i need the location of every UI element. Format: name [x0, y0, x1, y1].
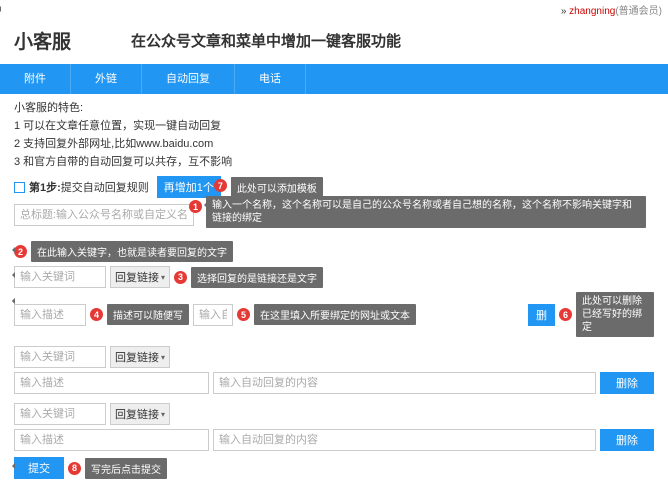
badge-8: 8 [68, 462, 81, 475]
badge-3: 3 [174, 271, 187, 284]
tip-7: 此处可以添加模板 [231, 177, 323, 198]
tip-6: 此处可以删除已经写好的绑定 [576, 292, 654, 337]
reply-type-select-1[interactable]: 回复链接 ▾ [110, 266, 170, 288]
badge-6: 6 [559, 308, 572, 321]
nav-external-link[interactable]: 外链 [71, 64, 142, 94]
submit-button[interactable]: 提交 [14, 457, 64, 479]
desc-input-3[interactable] [14, 429, 209, 451]
chevron-down-icon: ▾ [161, 410, 165, 419]
topbar: » zhangning(普通会员) [0, 0, 668, 19]
add-button-label: 再增加1个 [164, 182, 214, 194]
tip-4: 描述可以随便写 [107, 304, 189, 325]
chevron-down-icon: ▾ [161, 353, 165, 362]
content: 小客服的特色: 1 可以在文章任意位置，实现一键自动回复 2 支持回复外部网址,… [0, 94, 668, 489]
delete-label: 删 [536, 310, 547, 322]
logo: 小客服 [14, 27, 71, 54]
step-row: 第1步: 提交自动回复规则 再增加1个 7 此处可以添加模板 [14, 176, 654, 198]
rule-group-3: 回复链接 ▾ 删除 [14, 398, 654, 451]
rule-group-2: 回复链接 ▾ 删除 [14, 341, 654, 394]
step-prefix: 第1步: [29, 179, 61, 195]
desc-input-1[interactable] [14, 304, 86, 326]
step-icon [14, 182, 25, 193]
delete-button-1[interactable]: 删 [528, 304, 555, 326]
reply-type-select-3[interactable]: 回复链接 ▾ [110, 403, 170, 425]
keyword-input-1[interactable] [14, 266, 106, 288]
nav-phone[interactable]: 电话 [235, 64, 306, 94]
tip-2: 在此输入关键字，也就是读者要回复的文字 [31, 241, 233, 262]
auto-reply-input-3[interactable] [213, 429, 596, 451]
select-label: 回复链接 [115, 349, 159, 365]
intro-line-2: 2 支持回复外部网址,比如www.baidu.com [14, 136, 654, 152]
auto-reply-input-1[interactable] [193, 304, 233, 326]
select-label: 回复链接 [115, 269, 159, 285]
select-label: 回复链接 [115, 406, 159, 422]
tip-3: 选择回复的是链接还是文字 [191, 267, 323, 288]
tip-5: 在这里填入所要绑定的网址或文本 [254, 304, 416, 325]
title-input[interactable] [14, 204, 194, 226]
delete-button-2[interactable]: 删除 [600, 372, 654, 394]
tip-1: 输入一个名称，这个名称可以是自己的公众号名称或者自己想的名称，这个名称不影响关键… [206, 196, 646, 228]
add-template-button[interactable]: 再增加1个 7 [157, 176, 221, 198]
auto-reply-input-2[interactable] [213, 372, 596, 394]
desc-input-2[interactable] [14, 372, 209, 394]
keyword-input-3[interactable] [14, 403, 106, 425]
step-text: 提交自动回复规则 [61, 179, 149, 195]
rule-group-1: 2 在此输入关键字，也就是读者要回复的文字 回复链接 ▾ 3 选择回复的是链接还… [14, 230, 654, 337]
delete-button-3[interactable]: 删除 [600, 429, 654, 451]
member-type: (普通会员) [615, 6, 662, 17]
nav-auto-reply[interactable]: 自动回复 [142, 64, 235, 94]
badge-5: 5 [237, 308, 250, 321]
username[interactable]: zhangning [569, 6, 615, 17]
badge-7: 7 [214, 179, 227, 192]
nav-bar: 附件 外链 自动回复 电话 [0, 64, 668, 94]
intro-line-1: 1 可以在文章任意位置，实现一键自动回复 [14, 118, 654, 134]
keyword-input-2[interactable] [14, 346, 106, 368]
slogan: 在公众号文章和菜单中增加一键客服功能 [131, 30, 401, 51]
intro-title: 小客服的特色: [14, 100, 654, 116]
tip-8: 写完后点击提交 [85, 458, 167, 479]
intro-line-3: 3 和官方自带的自动回复可以共存，互不影响 [14, 154, 654, 170]
header: 小客服 在公众号文章和菜单中增加一键客服功能 [0, 19, 668, 64]
reply-type-select-2[interactable]: 回复链接 ▾ [110, 346, 170, 368]
badge-4: 4 [90, 308, 103, 321]
topbar-prefix: » [561, 6, 569, 17]
chevron-down-icon: ▾ [161, 273, 165, 282]
title-row: 1 输入一个名称，这个名称可以是自己的公众号名称或者自己想的名称，这个名称不影响… [14, 204, 654, 226]
badge-2: 2 [14, 245, 27, 258]
nav-attachment[interactable]: 附件 [0, 64, 71, 94]
